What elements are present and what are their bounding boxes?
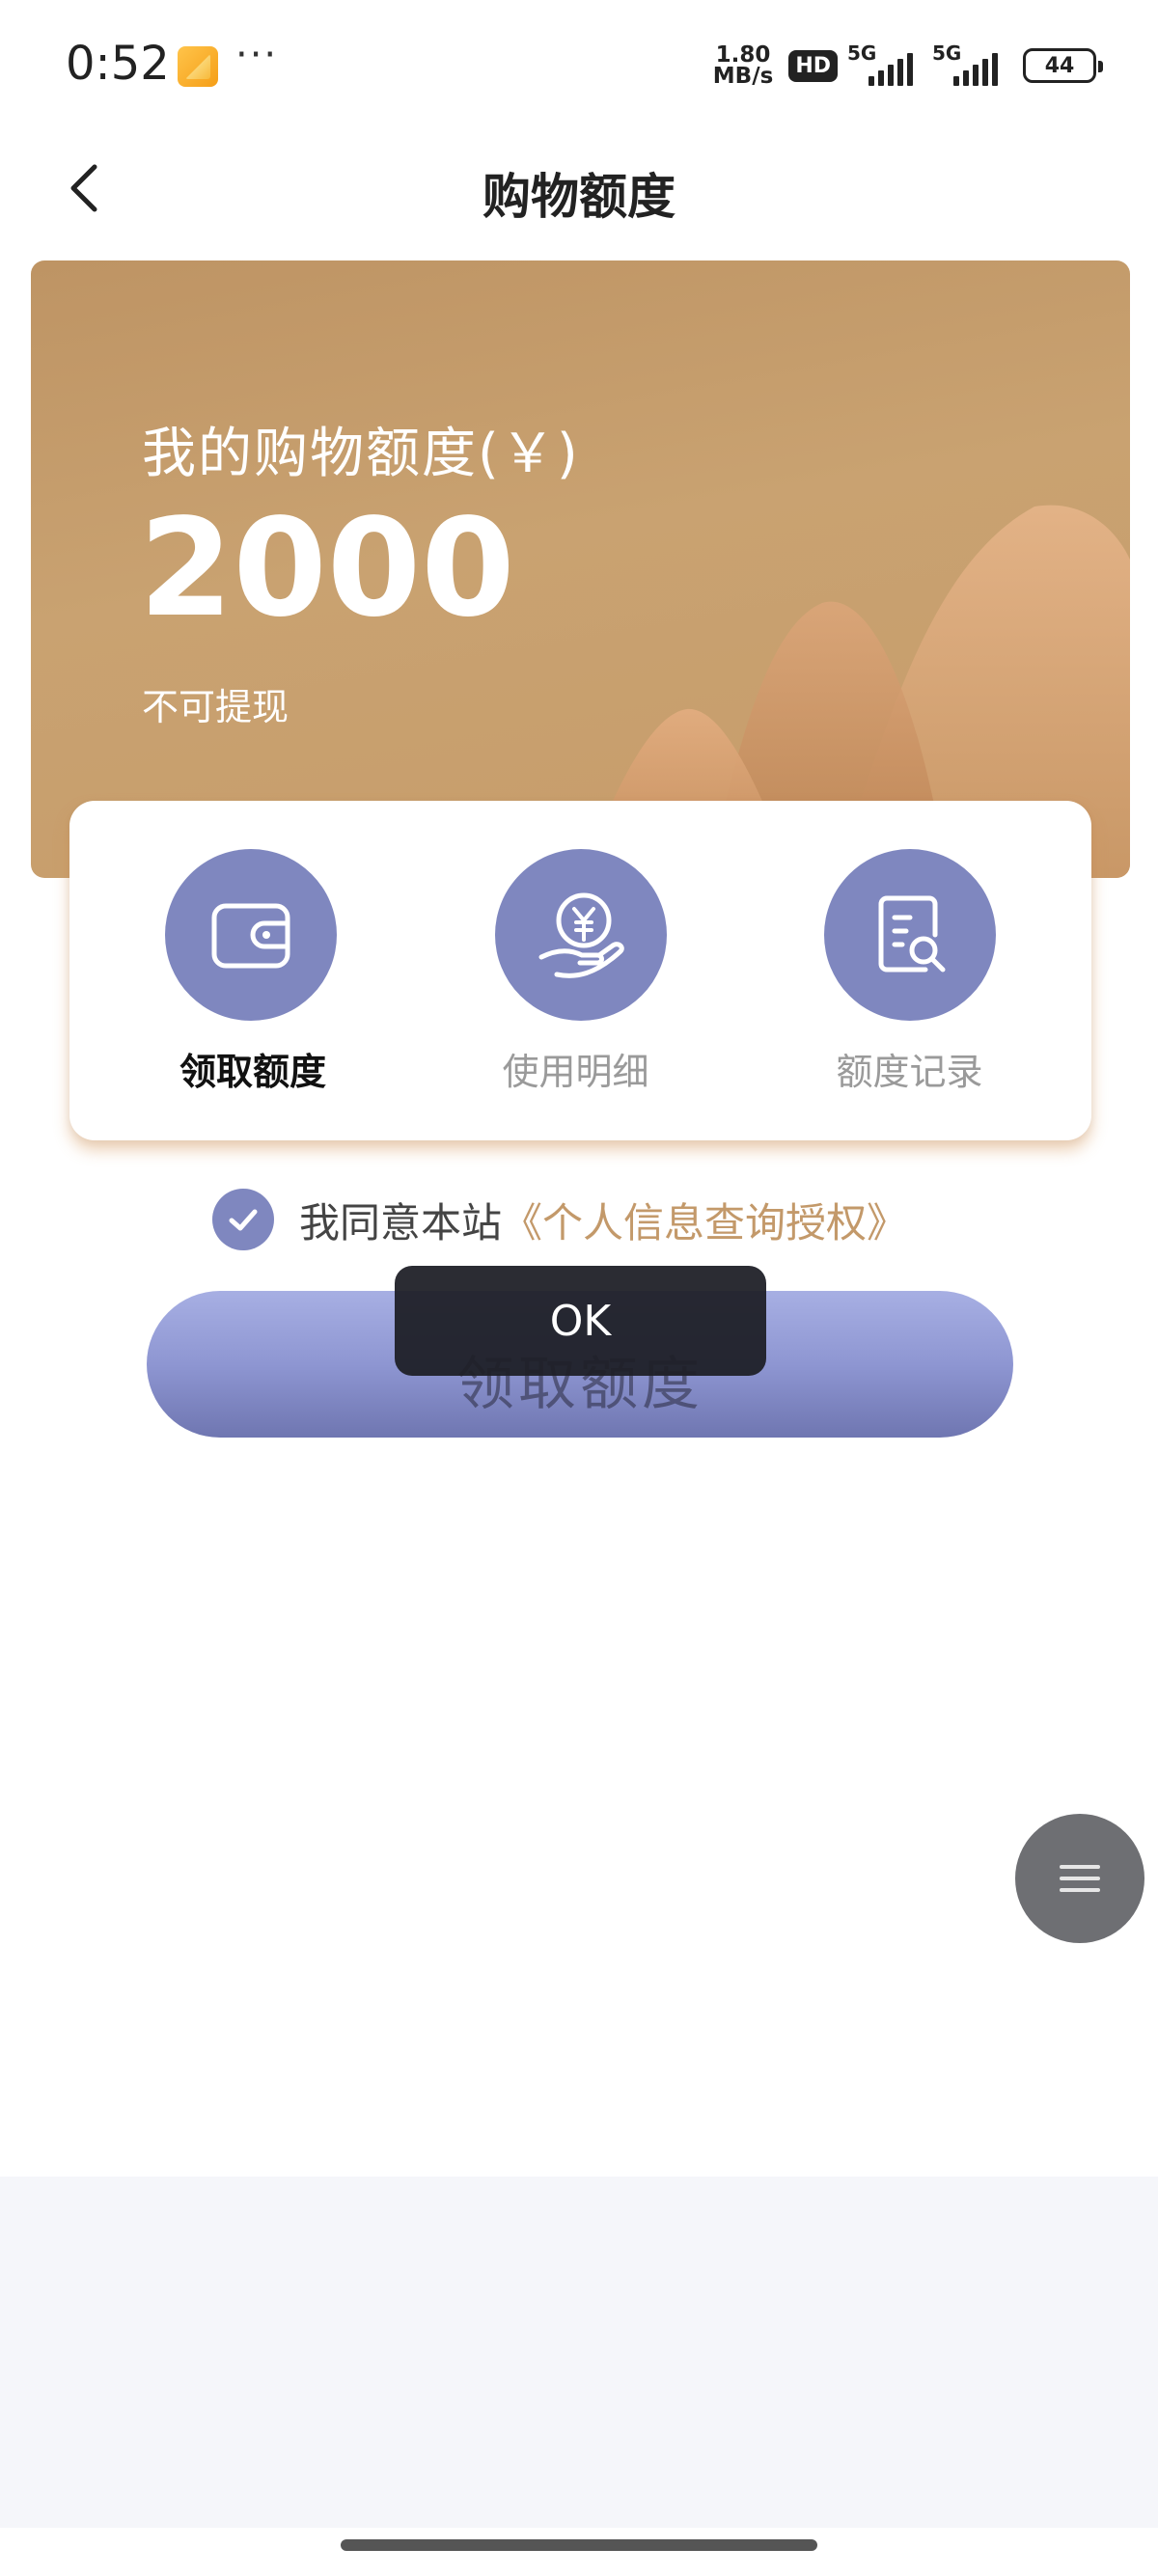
- wallet-icon: [165, 849, 337, 1021]
- notes-app-icon: [178, 46, 218, 87]
- agreement-text: 我同意本站: [299, 1198, 503, 1247]
- yuan-hand-icon: [495, 849, 667, 1021]
- quota-label: 我的购物额度(￥): [142, 423, 580, 485]
- status-indicators: 1.80 MB/s HD 5G 5G 44: [712, 39, 1103, 93]
- hd-voice-badge: HD: [788, 49, 838, 82]
- sim1-signal-icon: 5G: [847, 41, 923, 90]
- more-notifications-icon: ···: [235, 33, 279, 77]
- network-speed-unit: MB/s: [712, 64, 774, 89]
- network-speed: 1.80 MB/s: [712, 42, 774, 89]
- action-label-records: 额度记录: [836, 1051, 983, 1093]
- quota-banner: 我的购物额度(￥) 2000 不可提现: [31, 260, 1130, 878]
- quota-amount: 2000: [139, 490, 515, 647]
- menu-icon[interactable]: [1015, 1814, 1144, 1943]
- nav-header: 购物额度: [0, 125, 1158, 251]
- action-label-claim: 领取额度: [179, 1051, 326, 1093]
- system-nav-bar: [0, 2528, 1158, 2576]
- status-time: 0:52: [66, 37, 170, 91]
- action-quota-records[interactable]: 额度记录: [751, 801, 1091, 1140]
- agreement-link[interactable]: 《个人信息查询授权》: [502, 1191, 907, 1249]
- action-claim-quota[interactable]: 领取额度: [69, 801, 410, 1140]
- page: 0:52 ··· 1.80 MB/s HD 5G 5G 44 购物额度 我的购物…: [0, 0, 1158, 2576]
- home-indicator[interactable]: [341, 2539, 817, 2551]
- status-bar: 0:52 ··· 1.80 MB/s HD 5G 5G 44: [0, 0, 1158, 125]
- agreement-row: 我同意本站 《个人信息查询授权》: [212, 1187, 907, 1252]
- action-card: 领取额度 使用明细 额度记录: [69, 801, 1091, 1140]
- checkmark-icon[interactable]: [212, 1189, 274, 1250]
- page-title: 购物额度: [482, 169, 676, 225]
- quota-note: 不可提现: [142, 686, 290, 728]
- network-speed-value: 1.80: [715, 42, 771, 68]
- document-search-icon: [824, 849, 996, 1021]
- footer-area: [0, 2177, 1158, 2528]
- action-label-usage: 使用明细: [502, 1051, 649, 1093]
- toast-message: OK: [395, 1266, 766, 1376]
- action-usage-details[interactable]: 使用明细: [410, 801, 751, 1140]
- battery-level: 44: [1044, 53, 1075, 78]
- battery-icon: 44: [1023, 48, 1103, 83]
- toast-text: OK: [549, 1296, 612, 1346]
- sim2-signal-icon: 5G: [932, 41, 1007, 90]
